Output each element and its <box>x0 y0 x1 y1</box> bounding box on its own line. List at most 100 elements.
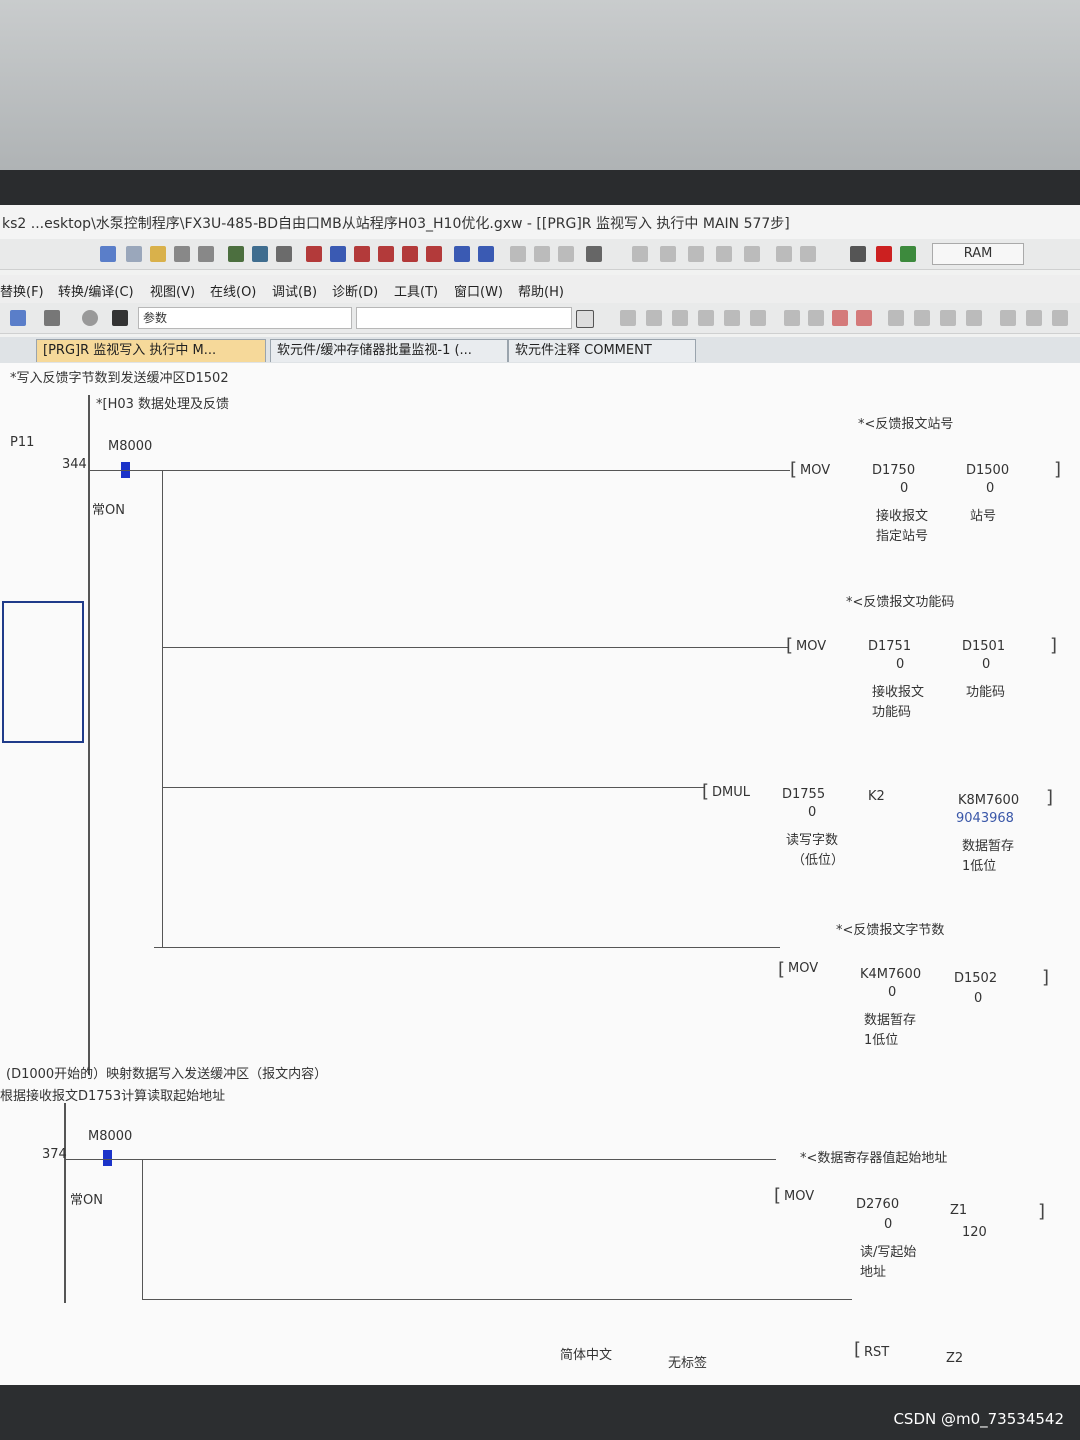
redo-icon[interactable] <box>198 246 214 262</box>
block2-comment2: 根据接收报文D1753计算读取起始地址 <box>0 1089 226 1104</box>
menu-view[interactable]: 视图(V) <box>150 281 195 300</box>
rung2-source[interactable]: D1751 <box>868 639 911 654</box>
document-icon[interactable] <box>576 310 594 328</box>
read-plc-icon[interactable] <box>252 246 268 262</box>
step-number-2: 374 <box>42 1147 67 1162</box>
rung1-source[interactable]: D1750 <box>872 463 915 478</box>
rung3-source-value: 0 <box>808 805 817 820</box>
binoculars-icon[interactable] <box>112 310 128 326</box>
ladder-tool-icon[interactable] <box>632 246 648 262</box>
menu-online[interactable]: 在线(O) <box>210 281 256 300</box>
rung1-note: *<反馈报文站号 <box>858 417 954 432</box>
ladder-tool4-icon[interactable] <box>716 246 732 262</box>
rung2-dest[interactable]: D1501 <box>962 639 1005 654</box>
rung1-source-comment: 接收报文 <box>876 509 929 524</box>
ladder-tool7-icon[interactable] <box>800 246 816 262</box>
tool2-icon[interactable] <box>534 246 550 262</box>
contact-f5-icon[interactable] <box>620 310 636 326</box>
block2-instruction[interactable]: MOV <box>784 1189 814 1204</box>
rung-line <box>66 1159 776 1160</box>
tab-device-comment[interactable]: 软元件注释 COMMENT <box>508 339 696 362</box>
menu-tools[interactable]: 工具(T) <box>394 281 438 300</box>
rung1-instruction[interactable]: MOV <box>800 463 830 478</box>
device-search-icon[interactable] <box>378 246 394 262</box>
af8-icon[interactable] <box>966 310 982 326</box>
ladder-tool3-icon[interactable] <box>688 246 704 262</box>
saf7-icon[interactable] <box>1052 310 1068 326</box>
instr-f8-icon[interactable] <box>750 310 766 326</box>
rung2-instruction[interactable]: MOV <box>796 639 826 654</box>
device-batch-icon[interactable] <box>402 246 418 262</box>
saf6-icon[interactable] <box>1026 310 1042 326</box>
sf7-icon[interactable] <box>888 310 904 326</box>
menu-replace[interactable]: 替换(F) <box>0 281 44 300</box>
rung4-source-comment2: 1低位 <box>864 1033 899 1048</box>
rung4-dest[interactable]: D1502 <box>954 971 997 986</box>
instr-bracket-open: [ <box>790 459 798 480</box>
cursor-selection[interactable] <box>2 601 84 743</box>
line-sf9-icon[interactable] <box>808 310 824 326</box>
write-plc-icon[interactable] <box>228 246 244 262</box>
menu-diagnose[interactable]: 诊断(D) <box>332 281 378 300</box>
rung3-multiplier[interactable]: K2 <box>868 789 885 804</box>
dev2-icon[interactable] <box>478 246 494 262</box>
sf8-icon[interactable] <box>914 310 930 326</box>
block2-dest[interactable]: Z1 <box>950 1203 967 1218</box>
rung3-instruction[interactable]: DMUL <box>712 785 750 800</box>
cut-icon[interactable] <box>100 246 116 262</box>
coil-f7-icon[interactable] <box>724 310 740 326</box>
rung3-source-comment: 读写字数 <box>786 833 839 848</box>
rung3-dest-value: 9043968 <box>956 811 1014 826</box>
monitor-start-icon[interactable] <box>306 246 322 262</box>
help-icon[interactable] <box>82 310 98 326</box>
menu-help[interactable]: 帮助(H) <box>518 281 564 300</box>
block2-dest-value: 120 <box>962 1225 987 1240</box>
verify-icon[interactable] <box>276 246 292 262</box>
device-test-icon[interactable] <box>426 246 442 262</box>
rung4-source[interactable]: K4M7600 <box>860 967 921 982</box>
line-f9-icon[interactable] <box>784 310 800 326</box>
contact-m8000-2[interactable] <box>103 1150 112 1166</box>
search-combo[interactable]: 参数 <box>138 307 352 329</box>
rung4-instruction[interactable]: MOV <box>788 961 818 976</box>
delete-line2-icon[interactable] <box>856 310 872 326</box>
rung1-dest[interactable]: D1500 <box>966 463 1009 478</box>
run-icon[interactable] <box>876 246 892 262</box>
monitor-stop-icon[interactable] <box>330 246 346 262</box>
ladder-editor[interactable]: *写入反馈字节数到发送缓冲区D1502 *[H03 数据处理及反馈 P11 34… <box>0 363 1080 1385</box>
ladder-tool6-icon[interactable] <box>776 246 792 262</box>
ladder-tool5-icon[interactable] <box>744 246 760 262</box>
print-icon[interactable] <box>586 246 602 262</box>
rung3-dest[interactable]: K8M7600 <box>958 793 1019 808</box>
contact-f6-icon[interactable] <box>672 310 688 326</box>
undo-icon[interactable] <box>174 246 190 262</box>
contact-sf6-icon[interactable] <box>698 310 714 326</box>
tab-bar: [PRG]R 监视写入 执行中 M... 软元件/缓冲存储器批量监视-1 (..… <box>0 337 1080 363</box>
rung3-source[interactable]: D1755 <box>782 787 825 802</box>
rung-line <box>162 647 788 648</box>
block2-source[interactable]: D2760 <box>856 1197 899 1212</box>
paste-icon[interactable] <box>150 246 166 262</box>
tool-icon[interactable] <box>510 246 526 262</box>
delete-line-icon[interactable] <box>832 310 848 326</box>
rung1-source-comment2: 指定站号 <box>876 529 929 544</box>
search-icon[interactable] <box>44 310 60 326</box>
view-icon[interactable] <box>10 310 26 326</box>
af7-icon[interactable] <box>940 310 956 326</box>
rung4-source-comment: 数据暂存 <box>864 1013 917 1028</box>
warning-icon[interactable] <box>900 246 916 262</box>
tab-device-monitor[interactable]: 软元件/缓冲存储器批量监视-1 (... <box>270 339 508 362</box>
menu-convert[interactable]: 转换/编译(C) <box>58 281 134 300</box>
copy-icon[interactable] <box>126 246 142 262</box>
list-icon[interactable] <box>850 246 866 262</box>
ladder-tool2-icon[interactable] <box>660 246 676 262</box>
contact-sf5-icon[interactable] <box>646 310 662 326</box>
saf5-icon[interactable] <box>1000 310 1016 326</box>
tab-main-program[interactable]: [PRG]R 监视写入 执行中 M... <box>36 339 266 362</box>
tool3-icon[interactable] <box>558 246 574 262</box>
menu-debug[interactable]: 调试(B) <box>272 281 317 300</box>
menu-window[interactable]: 窗口(W) <box>454 281 503 300</box>
monitor-write-icon[interactable] <box>354 246 370 262</box>
scope-combo[interactable] <box>356 307 572 329</box>
dev-icon[interactable] <box>454 246 470 262</box>
